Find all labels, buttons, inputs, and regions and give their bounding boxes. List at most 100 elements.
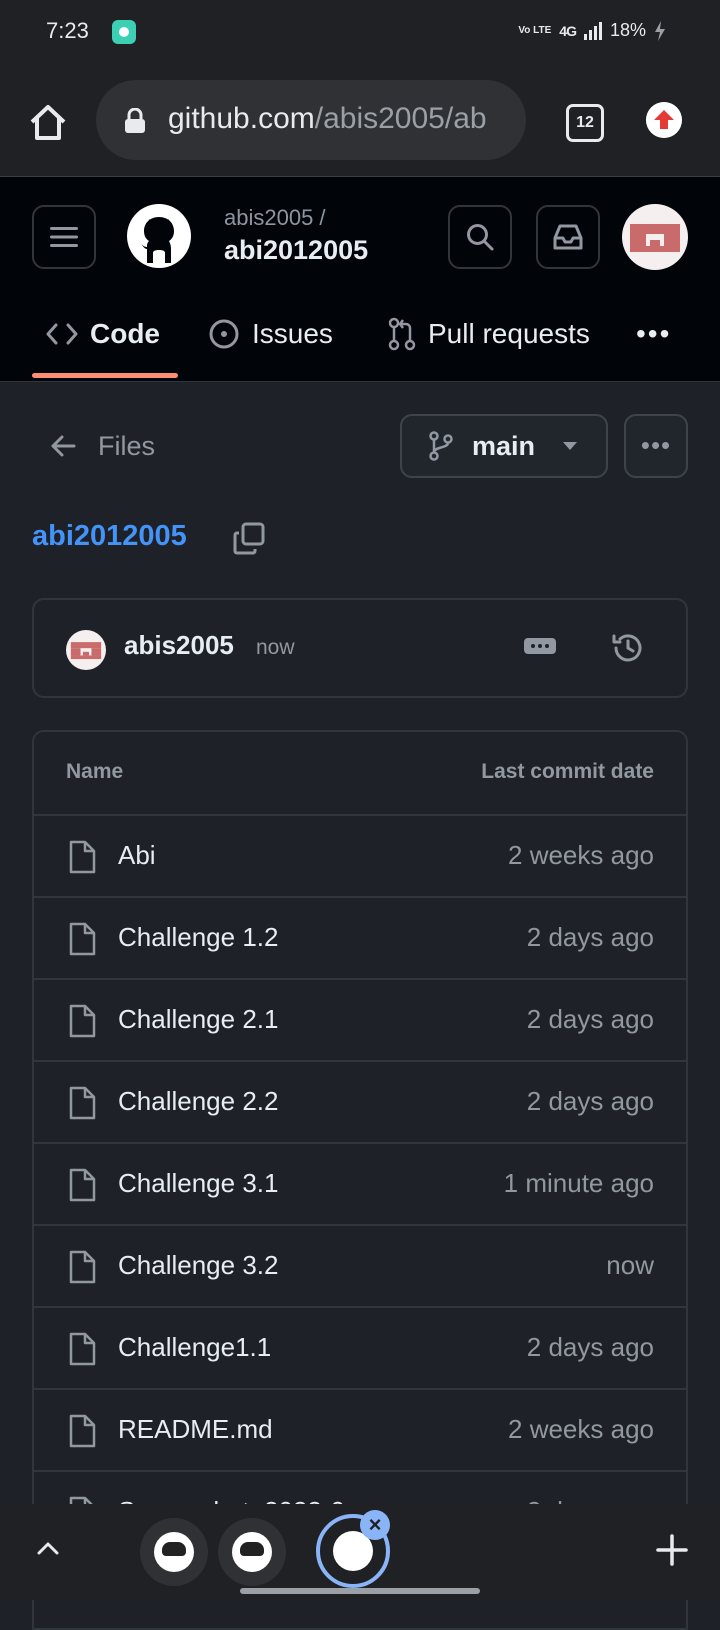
gesture-handle[interactable]: [240, 1588, 480, 1594]
pull-request-icon: [388, 317, 416, 351]
issue-icon: [209, 319, 239, 349]
file-commit-date: 2 days ago: [526, 922, 654, 952]
files-back-button[interactable]: Files: [50, 424, 155, 468]
identicon-icon: [630, 224, 680, 252]
file-icon: [69, 1250, 96, 1284]
user-avatar[interactable]: [622, 204, 688, 270]
more-options-button[interactable]: •••: [624, 414, 688, 478]
site-favicon-icon: [154, 1532, 194, 1572]
table-row[interactable]: README.md 2 weeks ago: [34, 1390, 686, 1472]
file-commit-date: 1 minute ago: [503, 1168, 654, 1198]
branch-selector[interactable]: main: [400, 414, 608, 478]
search-icon: [467, 224, 494, 251]
url-text: github.com/abis2005/ab: [168, 102, 487, 136]
status-bar: 7:23 Vo LTE 4G 18%: [0, 0, 720, 64]
file-commit-date: 2 weeks ago: [508, 1414, 654, 1444]
tab-thumbnail[interactable]: [218, 1518, 286, 1586]
tab-switcher-button[interactable]: 12: [566, 104, 604, 142]
table-row[interactable]: Challenge1.1 2 days ago: [34, 1308, 686, 1390]
table-row[interactable]: Challenge 1.2 2 days ago: [34, 898, 686, 980]
file-icon: [69, 1004, 96, 1038]
file-icon: [69, 1168, 96, 1202]
address-bar[interactable]: github.com/abis2005/ab: [96, 80, 526, 160]
git-branch-icon: [429, 431, 453, 461]
chevron-up-icon[interactable]: [34, 1534, 62, 1562]
file-icon: [69, 1086, 96, 1120]
repo-owner-link[interactable]: abis2005 /: [224, 205, 326, 231]
code-icon: [46, 323, 78, 345]
file-rows: Abi 2 weeks ago Challenge 1.2 2 days ago Cha…: [34, 816, 686, 1554]
file-icon: [69, 1414, 96, 1448]
file-name-link[interactable]: Abi: [118, 840, 156, 871]
chevron-down-icon: [563, 442, 578, 450]
commit-author-avatar[interactable]: [66, 630, 106, 670]
github-header: abis2005 / abi2012005 Code Issues Pull r…: [0, 177, 720, 382]
repo-title-link[interactable]: abi2012005: [32, 520, 187, 553]
file-commit-date: 2 weeks ago: [508, 840, 654, 870]
identicon-icon: [70, 642, 102, 660]
tab-pull-requests[interactable]: Pull requests: [388, 309, 590, 359]
file-name-link[interactable]: Challenge 1.2: [118, 922, 278, 953]
file-table: Name Last commit date Abi 2 weeks ago Chal…: [32, 730, 688, 1630]
table-row[interactable]: Challenge 2.1 2 days ago: [34, 980, 686, 1062]
tab-code-label: Code: [90, 318, 160, 349]
table-row[interactable]: Challenge 3.2 now: [34, 1226, 686, 1308]
github-logo-icon[interactable]: [126, 203, 192, 269]
file-name-link[interactable]: Challenge 3.2: [118, 1250, 278, 1281]
file-name-link[interactable]: Challenge 2.1: [118, 1004, 278, 1035]
repo-name-link[interactable]: abi2012005: [224, 235, 368, 266]
table-row[interactable]: Challenge 3.1 1 minute ago: [34, 1144, 686, 1226]
history-icon[interactable]: [610, 630, 646, 666]
commit-author[interactable]: abis2005: [124, 630, 234, 661]
tab-issues-label: Issues: [252, 318, 333, 349]
file-commit-date: 2 days ago: [526, 1004, 654, 1034]
url-path: /abis2005/ab: [314, 102, 487, 135]
file-icon: [69, 922, 96, 956]
active-tab-indicator: [32, 373, 178, 378]
url-host: github.com: [168, 102, 315, 135]
menu-button[interactable]: [32, 205, 96, 269]
arrow-left-icon: [51, 435, 76, 457]
tab-thumbnail[interactable]: [140, 1518, 208, 1586]
browser-tab-strip: ×: [0, 1504, 720, 1600]
hamburger-icon: [50, 227, 78, 247]
file-name-link[interactable]: README.md: [118, 1414, 273, 1445]
copy-icon[interactable]: [232, 522, 266, 556]
nav-more-button[interactable]: •••: [636, 309, 671, 359]
file-commit-date: 2 days ago: [526, 1332, 654, 1362]
network-type: 4G: [559, 22, 577, 39]
file-name-link[interactable]: Challenge 3.1: [118, 1168, 278, 1199]
commit-time: now: [256, 636, 295, 659]
close-tab-icon[interactable]: ×: [360, 1510, 390, 1540]
update-icon[interactable]: [646, 102, 682, 138]
site-favicon-icon: [232, 1532, 272, 1572]
inbox-button[interactable]: [536, 205, 600, 269]
status-time: 7:23: [46, 18, 89, 43]
tab-code[interactable]: Code: [46, 309, 160, 359]
tab-pull-requests-label: Pull requests: [428, 318, 590, 349]
app-notification-icon: [112, 20, 136, 44]
commit-message-toggle[interactable]: [524, 638, 556, 654]
inbox-icon: [553, 224, 583, 250]
column-name: Name: [66, 760, 124, 783]
table-row[interactable]: Challenge 2.2 2 days ago: [34, 1062, 686, 1144]
battery-percent: 18%: [609, 20, 646, 40]
status-indicators: Vo LTE 4G 18%: [518, 20, 666, 41]
file-name-link[interactable]: Challenge 2.2: [118, 1086, 278, 1117]
branch-name: main: [472, 430, 536, 461]
table-header: Name Last commit date: [34, 732, 686, 816]
files-label: Files: [98, 430, 156, 461]
signal-icon: [583, 21, 602, 40]
home-icon[interactable]: [26, 100, 70, 144]
lock-icon: [125, 108, 145, 133]
table-row[interactable]: Abi 2 weeks ago: [34, 816, 686, 898]
file-name-link[interactable]: Challenge1.1: [118, 1332, 271, 1363]
battery-charging-icon: [655, 20, 665, 41]
search-button[interactable]: [448, 205, 512, 269]
tab-issues[interactable]: Issues: [208, 309, 333, 359]
volte-icon: Vo LTE: [518, 24, 552, 36]
new-tab-plus-icon[interactable]: [654, 1532, 690, 1568]
file-commit-date: 2 days ago: [526, 1086, 654, 1116]
repo-nav: Code Issues Pull requests •••: [0, 287, 720, 381]
latest-commit: abis2005 now: [32, 598, 688, 698]
